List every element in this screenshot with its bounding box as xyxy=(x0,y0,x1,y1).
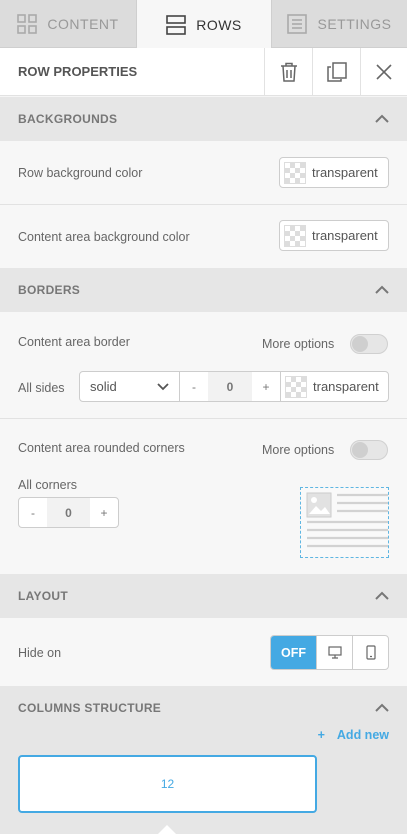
content-preview-icon xyxy=(306,492,388,548)
border-style-value: solid xyxy=(90,379,117,394)
content-border-row: Content area border More options All sid… xyxy=(0,312,407,419)
layout-header[interactable]: LAYOUT xyxy=(0,574,407,618)
all-corners-label: All corners xyxy=(18,478,78,492)
borders-header[interactable]: BORDERS xyxy=(0,268,407,312)
corners-more-options-toggle[interactable] xyxy=(350,440,388,460)
mobile-icon xyxy=(365,645,376,660)
plus-icon: + xyxy=(317,728,325,742)
backgrounds-title: BACKGROUNDS xyxy=(18,112,118,126)
columns-structure-body: + Add new 12 xyxy=(0,728,407,838)
content-bg-label: Content area background color xyxy=(18,230,190,244)
content-border-label: Content area border xyxy=(18,335,130,349)
grid-icon xyxy=(17,14,38,34)
more-options-label: More options xyxy=(262,443,335,457)
border-width-increment[interactable]: + xyxy=(252,372,280,401)
panel-title: ROW PROPERTIES xyxy=(18,64,138,79)
add-new-column-button[interactable]: + Add new xyxy=(318,728,389,742)
border-controls: solid - 0 + transparent xyxy=(79,371,389,402)
columns-structure-header[interactable]: COLUMNS STRUCTURE xyxy=(0,686,407,730)
hide-desktop-button[interactable] xyxy=(316,636,352,669)
chevron-up-icon xyxy=(375,703,389,712)
chevron-up-icon xyxy=(375,114,389,123)
border-more-options-toggle[interactable] xyxy=(350,334,388,354)
corner-radius-stepper: - 0 + xyxy=(18,497,119,528)
tab-rows[interactable]: ROWS xyxy=(136,0,272,49)
borders-title: BORDERS xyxy=(18,283,81,297)
border-width-value[interactable]: 0 xyxy=(208,372,252,401)
corner-radius-decrement[interactable]: - xyxy=(19,498,47,527)
layout-title: LAYOUT xyxy=(18,589,69,603)
hide-on-label: Hide on xyxy=(18,646,62,660)
chevron-down-icon xyxy=(157,382,169,390)
desktop-icon xyxy=(327,646,342,659)
hide-off-button[interactable]: OFF xyxy=(271,636,316,669)
copy-icon xyxy=(326,61,347,82)
transparent-swatch-icon xyxy=(284,161,306,184)
rounded-corners-row: Content area rounded corners More option… xyxy=(0,419,407,574)
delete-button[interactable] xyxy=(264,47,312,96)
backgrounds-header[interactable]: BACKGROUNDS xyxy=(0,97,407,141)
close-button[interactable] xyxy=(360,47,407,96)
row-bg-label: Row background color xyxy=(18,166,143,180)
rounded-corners-label: Content area rounded corners xyxy=(18,441,185,455)
border-color-picker[interactable]: transparent xyxy=(280,372,388,401)
transparent-swatch-icon xyxy=(284,224,306,247)
trash-icon xyxy=(280,62,297,82)
toggle-knob xyxy=(352,442,368,458)
corner-radius-value[interactable]: 0 xyxy=(47,498,90,527)
selected-column-pointer xyxy=(158,825,176,834)
close-icon xyxy=(376,63,392,80)
tab-bar: CONTENT ROWS SETTINGS xyxy=(0,0,407,49)
border-width-decrement[interactable]: - xyxy=(180,372,208,401)
content-bg-row: Content area background color transparen… xyxy=(0,205,407,268)
corner-radius-increment[interactable]: + xyxy=(90,498,118,527)
row-bg-row: Row background color transparent xyxy=(0,141,407,205)
chevron-up-icon xyxy=(375,591,389,600)
tab-settings-label: SETTINGS xyxy=(317,16,392,32)
more-options-label: More options xyxy=(262,337,335,351)
hide-on-row: Hide on OFF xyxy=(0,618,407,686)
rows-icon xyxy=(166,14,187,35)
toggle-knob xyxy=(352,336,368,352)
tab-settings[interactable]: SETTINGS xyxy=(272,0,407,48)
tab-content[interactable]: CONTENT xyxy=(0,0,136,48)
hide-mobile-button[interactable] xyxy=(352,636,388,669)
settings-icon xyxy=(287,14,308,34)
tab-content-label: CONTENT xyxy=(47,16,119,32)
row-bg-color-picker[interactable]: transparent xyxy=(279,157,389,188)
all-sides-label: All sides xyxy=(18,381,65,395)
row-properties-bar: ROW PROPERTIES xyxy=(0,47,407,96)
chevron-up-icon xyxy=(375,285,389,294)
columns-structure-title: COLUMNS STRUCTURE xyxy=(18,701,162,715)
border-color-value: transparent xyxy=(313,379,379,394)
column-block[interactable]: 12 xyxy=(18,755,317,813)
transparent-swatch-icon xyxy=(285,375,307,398)
duplicate-button[interactable] xyxy=(312,47,360,96)
column-settings-edge xyxy=(0,834,407,838)
content-bg-color-picker[interactable]: transparent xyxy=(279,220,389,251)
content-bg-color-value: transparent xyxy=(312,228,378,243)
tab-rows-label: ROWS xyxy=(196,16,242,33)
hide-on-selector: OFF xyxy=(270,635,389,670)
corner-preview xyxy=(300,487,389,558)
row-bg-color-value: transparent xyxy=(312,165,378,180)
border-style-select[interactable]: solid xyxy=(80,372,180,401)
column-width-value: 12 xyxy=(160,777,175,791)
add-new-label: Add new xyxy=(336,728,389,742)
